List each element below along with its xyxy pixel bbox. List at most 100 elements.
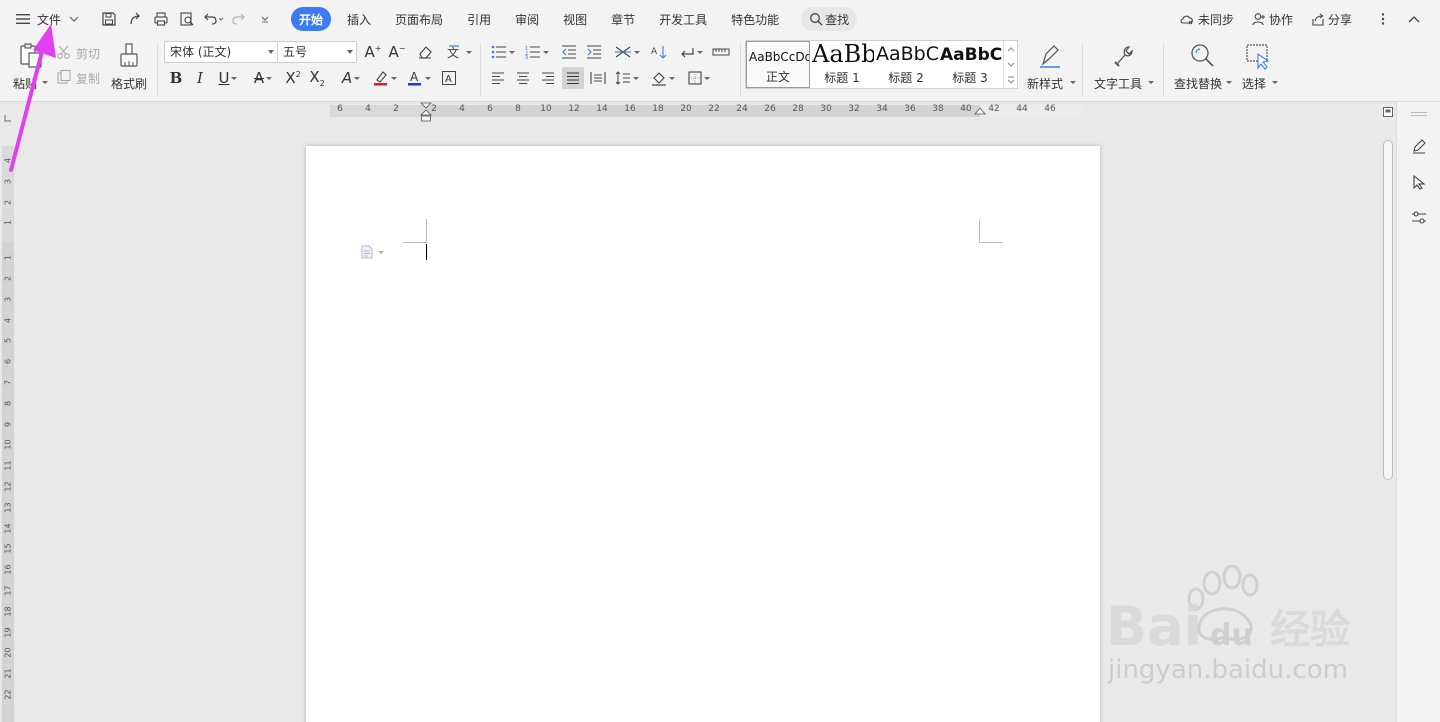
ruler-tick-label: 46	[1044, 104, 1056, 114]
chevron-down-icon	[266, 76, 273, 80]
phonetic-guide-button[interactable]: 文	[444, 41, 474, 63]
tab-insert[interactable]: 插入	[339, 7, 379, 31]
style-heading-1[interactable]: AaBb 标题 1	[810, 41, 874, 88]
numbered-list-button[interactable]: 123	[522, 41, 552, 63]
export-pdf-button[interactable]	[123, 7, 147, 31]
tab-view[interactable]: 视图	[555, 7, 595, 31]
collapse-ribbon-button[interactable]	[1401, 7, 1430, 31]
line-spacing-button[interactable]	[612, 67, 642, 89]
style-preview: AaBb	[812, 41, 874, 68]
annotation-arrow-head	[33, 24, 56, 58]
person-icon	[1252, 13, 1265, 26]
font-name-select[interactable]: 宋体 (正文)	[164, 41, 278, 63]
paragraph-format-toggle[interactable]	[360, 244, 388, 260]
share-button[interactable]: 分享	[1305, 7, 1358, 31]
document-page[interactable]	[306, 146, 1100, 722]
decrease-indent-button[interactable]	[558, 41, 580, 63]
tab-chapter[interactable]: 章节	[603, 7, 643, 31]
ruler-tick-label: 2	[393, 104, 399, 114]
chevron-down-icon	[543, 50, 549, 54]
more-options-button[interactable]	[1374, 7, 1395, 31]
text-effect-button[interactable]: A	[336, 67, 366, 89]
increase-indent-button[interactable]	[583, 41, 605, 63]
side-edit-button[interactable]	[1409, 136, 1429, 156]
strikethrough-button[interactable]: A	[248, 67, 278, 89]
distributed-button[interactable]	[587, 67, 609, 89]
tab-stops-button[interactable]	[710, 41, 732, 63]
svg-text:A: A	[651, 47, 658, 57]
align-right-button[interactable]	[537, 67, 559, 89]
side-select-button[interactable]	[1409, 172, 1429, 192]
vertical-scrollbar[interactable]	[1380, 102, 1396, 722]
find-replace-button[interactable]: 查找替换	[1172, 42, 1234, 94]
underline-button[interactable]: U	[213, 67, 243, 89]
ruler-tick-label: 8	[515, 104, 521, 114]
tab-home[interactable]: 开始	[291, 7, 332, 31]
scrollbar-thumb[interactable]	[1383, 140, 1393, 480]
search-button[interactable]: 查找	[801, 7, 858, 31]
select-button[interactable]: 选择	[1240, 42, 1280, 94]
show-hide-marks-button[interactable]	[676, 41, 706, 63]
font-color-button[interactable]: A	[404, 67, 434, 89]
format-painter-button[interactable]: 格式刷	[110, 42, 150, 94]
new-style-button[interactable]: 新样式	[1024, 42, 1076, 94]
tab-developer[interactable]: 开发工具	[651, 7, 715, 31]
undo-button[interactable]	[201, 7, 225, 31]
italic-icon: I	[197, 69, 203, 87]
tab-references[interactable]: 引用	[459, 7, 499, 31]
decrease-font-button[interactable]: A−	[386, 41, 408, 63]
highlight-color-button[interactable]	[370, 67, 400, 89]
strikethrough-icon: A	[253, 69, 265, 87]
bullet-list-button[interactable]	[488, 41, 518, 63]
chinese-layout-button[interactable]	[612, 41, 642, 63]
tab-review[interactable]: 审阅	[507, 7, 547, 31]
ruler-tick-label: 44	[1016, 104, 1028, 114]
save-button[interactable]	[97, 7, 121, 31]
subscript-button[interactable]: X2	[306, 67, 328, 89]
style-heading-2[interactable]: AaBbC 标题 2	[874, 41, 938, 88]
sync-status-button[interactable]: 未同步	[1173, 7, 1240, 31]
font-size-select[interactable]: 五号	[277, 41, 357, 63]
justify-button[interactable]	[562, 67, 584, 89]
chevron-down-icon	[704, 76, 710, 80]
shading-button[interactable]	[648, 67, 678, 89]
ruler-tick-label: 6	[3, 359, 13, 365]
collaborate-button[interactable]: 协作	[1246, 7, 1299, 31]
font-name-value: 宋体 (正文)	[170, 45, 232, 59]
style-heading-3[interactable]: AaBbC 标题 3	[938, 41, 1002, 88]
text-tools-button[interactable]: 文字工具	[1093, 42, 1155, 94]
ruler-tick-label: 24	[736, 104, 748, 114]
format-painter-label: 格式刷	[111, 77, 148, 91]
tab-page-layout[interactable]: 页面布局	[387, 7, 451, 31]
print-button[interactable]	[149, 7, 173, 31]
print-preview-button[interactable]	[175, 7, 199, 31]
ruler-tick-label: 8	[3, 400, 13, 406]
align-left-icon	[492, 72, 504, 84]
numbered-list-icon: 123	[525, 46, 540, 59]
borders-icon	[688, 71, 702, 85]
style-gallery-scroll[interactable]	[1003, 41, 1017, 88]
scrollbar-top-button[interactable]	[1383, 106, 1393, 117]
superscript-button[interactable]: X2	[282, 67, 304, 89]
customize-toolbar-button[interactable]	[253, 7, 277, 31]
borders-button[interactable]	[684, 67, 714, 89]
clear-format-button[interactable]	[414, 41, 436, 63]
right-indent-marker-icon[interactable]	[974, 106, 986, 118]
ruler-tick-label: 18	[652, 104, 664, 114]
horizontal-ruler[interactable]: 6 4 2 2 4 6 8 10 12 14 16 18 20 22 24 26 28 30 32 34 36 38 40 4…	[330, 102, 1082, 122]
vertical-ruler[interactable]: 4 3 2 1 1 2 3 4 5 6 7 8 9 10 11 12 13 14 15 16 17 18 19 20 21 22	[0, 102, 16, 722]
increase-font-button[interactable]: A+	[362, 41, 384, 63]
side-settings-button[interactable]	[1409, 208, 1429, 228]
indent-marker-icon[interactable]	[420, 102, 432, 122]
chevron-up-icon	[1408, 16, 1420, 23]
redo-button[interactable]	[227, 7, 251, 31]
align-left-button[interactable]	[487, 67, 509, 89]
character-border-button[interactable]: A	[438, 67, 460, 89]
style-normal[interactable]: AaBbCcDd 正文	[746, 41, 810, 88]
tab-special-features[interactable]: 特色功能	[723, 7, 787, 31]
italic-button[interactable]: I	[189, 67, 211, 89]
align-center-button[interactable]	[512, 67, 534, 89]
svg-text:经验: 经验	[1270, 607, 1350, 653]
sort-button[interactable]: A	[648, 41, 670, 63]
bold-button[interactable]: B	[165, 67, 187, 89]
